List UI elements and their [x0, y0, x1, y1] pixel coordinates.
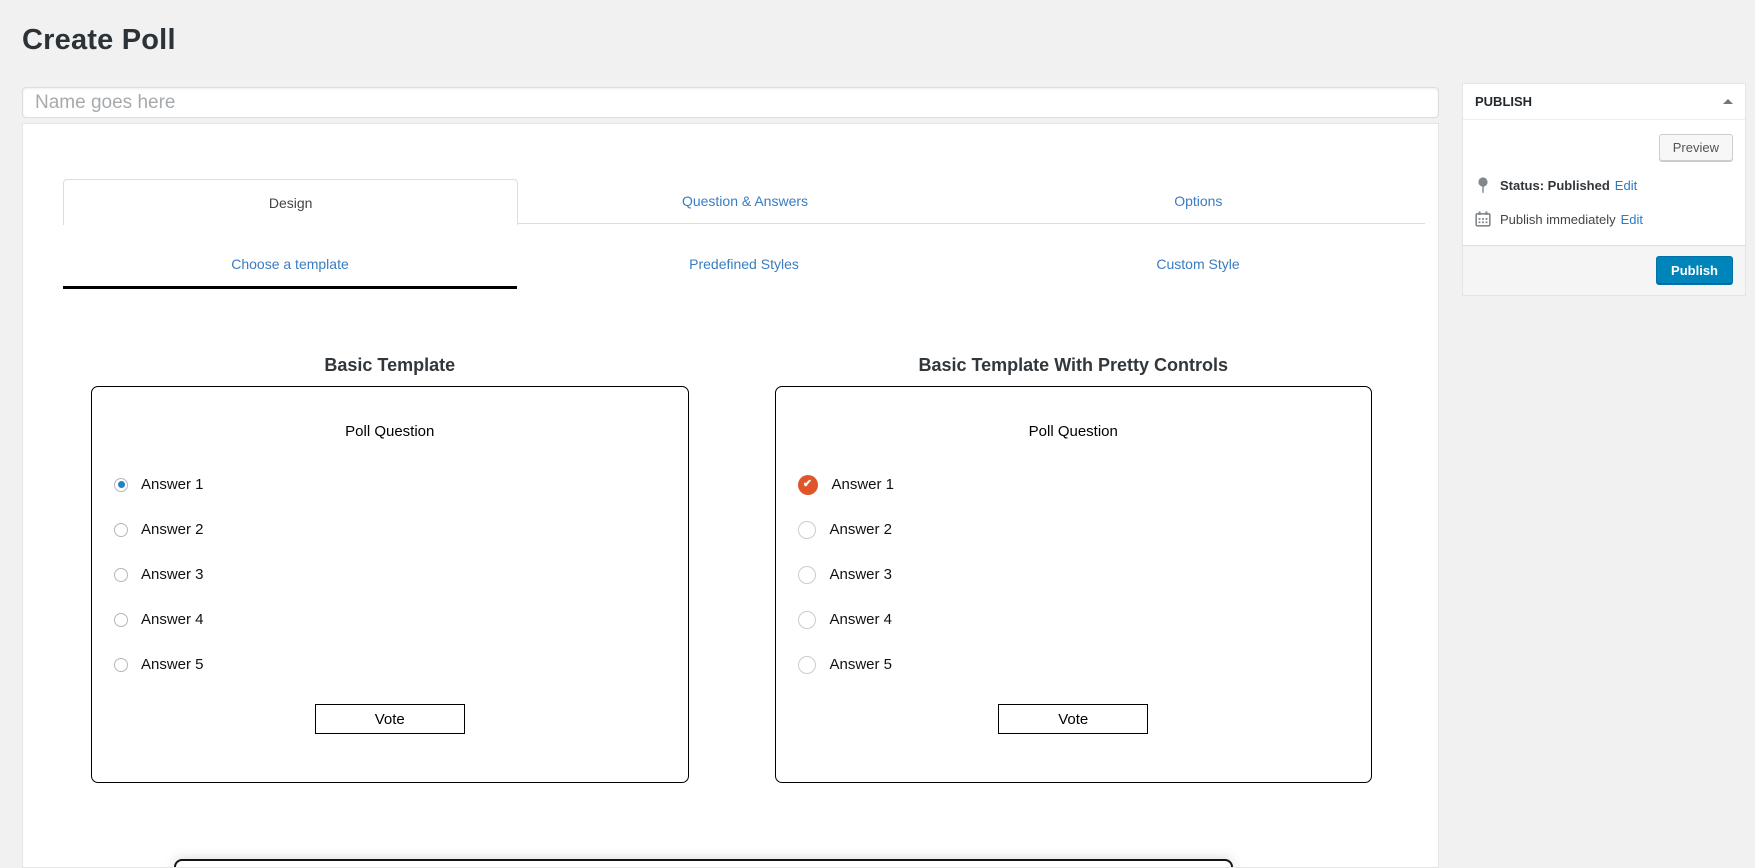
template-basic: Basic Template Poll Question Answer 1 An… [91, 355, 689, 783]
answer-label: Answer 1 [141, 476, 204, 493]
answer-label: Answer 5 [829, 656, 893, 673]
answer-row[interactable]: Answer 1 [797, 462, 1350, 507]
calendar-icon [1475, 211, 1491, 227]
answer-row[interactable]: Answer 3 [797, 552, 1350, 597]
status-text: Status: Published [1500, 178, 1610, 193]
answer-row[interactable]: Answer 5 [797, 642, 1350, 687]
admin-page: Create Poll Design Question & Answers Op… [0, 0, 1755, 868]
radio-icon[interactable] [114, 657, 128, 672]
status-edit-link[interactable]: Edit [1615, 178, 1637, 193]
template-pretty: Basic Template With Pretty Controls Poll… [774, 355, 1372, 783]
radio-icon[interactable] [797, 520, 816, 539]
template-title: Basic Template [324, 355, 456, 375]
check-icon[interactable] [797, 474, 818, 495]
answer-row[interactable]: Answer 4 [114, 597, 666, 642]
answer-label: Answer 5 [141, 656, 204, 673]
schedule-edit-link[interactable]: Edit [1621, 212, 1643, 227]
answer-row[interactable]: Answer 3 [114, 552, 666, 597]
publish-panel-footer: Publish [1463, 245, 1745, 295]
poll-editor-box: Design Question & Answers Options Choose… [22, 123, 1439, 868]
answer-row[interactable]: Answer 2 [114, 507, 666, 552]
radio-icon[interactable] [114, 567, 128, 582]
page-title: Create Poll [22, 24, 176, 56]
answer-row[interactable]: Answer 5 [114, 642, 666, 687]
main-tabs: Design Question & Answers Options [63, 179, 1425, 225]
publish-button[interactable]: Publish [1656, 256, 1733, 285]
design-subtabs: Choose a template Predefined Styles Cust… [63, 256, 1425, 289]
publish-panel-header[interactable]: PUBLISH [1463, 84, 1745, 120]
vote-button[interactable]: Vote [314, 704, 465, 734]
sidebar: PUBLISH Preview Status: Published Edit P… [1462, 83, 1746, 296]
radio-icon[interactable] [797, 565, 816, 584]
template-card-basic[interactable]: Poll Question Answer 1 Answer 2 Answer 3… [91, 386, 689, 783]
schedule-row: Publish immediately Edit [1475, 211, 1733, 227]
preview-button[interactable]: Preview [1658, 134, 1733, 161]
schedule-text: Publish immediately [1500, 211, 1616, 227]
vote-button[interactable]: Vote [998, 704, 1149, 734]
poll-name-input[interactable] [22, 87, 1439, 118]
radio-icon[interactable] [797, 610, 816, 629]
radio-icon[interactable] [114, 522, 128, 537]
pin-icon [1475, 177, 1491, 194]
template-card-pretty[interactable]: Poll Question Answer 1 Answer 2 [774, 386, 1372, 783]
next-template-card-peek [174, 859, 1233, 867]
tab-question-answers[interactable]: Question & Answers [518, 179, 971, 223]
poll-question: Poll Question [1028, 423, 1118, 440]
subtab-predefined-styles[interactable]: Predefined Styles [517, 256, 971, 289]
subtab-custom-style[interactable]: Custom Style [971, 256, 1425, 289]
poll-question: Poll Question [345, 423, 435, 440]
radio-selected-icon[interactable] [114, 477, 128, 492]
answer-label: Answer 3 [141, 566, 204, 583]
answer-label: Answer 2 [141, 521, 204, 538]
tab-design[interactable]: Design [63, 179, 519, 225]
radio-icon[interactable] [797, 655, 816, 674]
answer-row[interactable]: Answer 2 [797, 507, 1350, 552]
answer-label: Answer 2 [829, 521, 893, 538]
triangle-up-icon[interactable] [1723, 99, 1733, 104]
status-row: Status: Published Edit [1475, 177, 1733, 194]
publish-panel-title: PUBLISH [1475, 94, 1533, 109]
tab-options[interactable]: Options [972, 179, 1425, 223]
radio-icon[interactable] [114, 612, 128, 627]
publish-panel: PUBLISH Preview Status: Published Edit P… [1462, 83, 1746, 296]
template-title: Basic Template With Pretty Controls [918, 355, 1229, 375]
main-content: Design Question & Answers Options Choose… [22, 87, 1439, 868]
answer-label: Answer 3 [829, 566, 893, 583]
subtab-choose-template[interactable]: Choose a template [63, 256, 517, 289]
answer-row[interactable]: Answer 1 [114, 462, 666, 507]
answer-label: Answer 1 [831, 476, 895, 493]
answer-label: Answer 4 [141, 611, 204, 628]
answer-label: Answer 4 [829, 611, 893, 628]
answer-row[interactable]: Answer 4 [797, 597, 1350, 642]
